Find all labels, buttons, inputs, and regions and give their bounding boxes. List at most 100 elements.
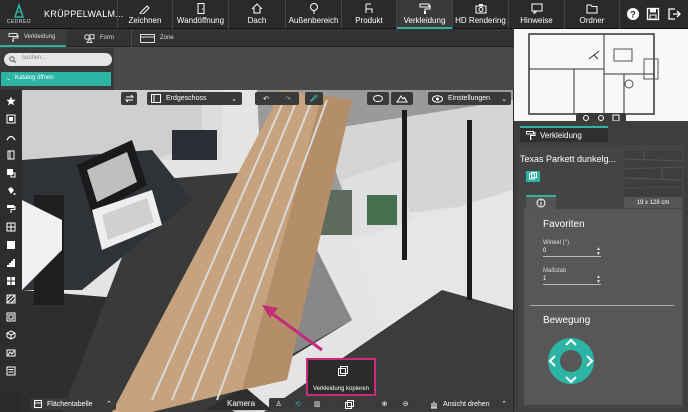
floor-icon[interactable]	[6, 240, 16, 250]
list-icon[interactable]	[6, 366, 16, 376]
svg-text:?: ?	[630, 10, 636, 20]
copy-cladding-tooltip: Verkleidung kopieren	[306, 358, 376, 396]
frame-icon[interactable]	[6, 348, 16, 358]
tree-icon	[309, 3, 318, 14]
book-icon[interactable]	[6, 150, 16, 160]
menu-verkleidung[interactable]: Verkleidung	[396, 0, 452, 29]
zoom-out-icon[interactable]: ⊖	[403, 400, 409, 408]
open-catalog-button[interactable]: ⌄ Katalog öffnen	[1, 72, 111, 86]
stepper-icon[interactable]: ▲ ▼	[596, 247, 601, 257]
stairs-tool-button[interactable]	[305, 92, 323, 105]
angle-input[interactable]: 0 ▲ ▼	[543, 247, 601, 257]
movement-dpad[interactable]	[546, 336, 596, 386]
search-placeholder: suchen...	[22, 55, 47, 61]
menu-produkt[interactable]: Produkt	[341, 0, 396, 29]
stairs-icon	[309, 95, 318, 102]
scale-input[interactable]: 1 ▲ ▼	[543, 275, 601, 285]
arch-icon[interactable]	[6, 132, 16, 142]
help-icon[interactable]: ?	[626, 7, 640, 21]
zoom-in-icon[interactable]: ⊕	[382, 400, 388, 408]
camera-controls: ♙ ⟲ ▥	[269, 398, 327, 410]
zone-icon	[140, 33, 155, 43]
star-icon[interactable]	[6, 96, 16, 106]
mountain-icon	[396, 95, 408, 103]
settings-label: Einstellungen	[448, 95, 491, 102]
menu-wandoeffnung[interactable]: Wandöffnung	[172, 0, 228, 29]
chevron-up-icon: ⌃	[106, 401, 112, 408]
cube-icon[interactable]	[6, 330, 16, 340]
menu-hinweise[interactable]: Hinweise	[508, 0, 564, 29]
exit-icon[interactable]	[667, 7, 681, 21]
paint-roller-icon	[526, 131, 536, 140]
angle-value: 0	[543, 248, 547, 254]
menu-label: Dach	[247, 16, 267, 25]
subtab-form[interactable]: Form	[76, 29, 126, 47]
copy-icon	[529, 172, 537, 180]
left-toolbar	[0, 90, 22, 390]
floor-table-button[interactable]: Flächentabelle ⌃	[30, 398, 116, 410]
wall-icon[interactable]	[6, 114, 16, 124]
material-size: 19 x 128 cm	[636, 200, 670, 206]
properties-tab[interactable]: Verkleidung	[520, 126, 608, 142]
copy-icon	[344, 399, 354, 409]
redo-icon[interactable]: ↷	[285, 95, 291, 103]
menu-label: Zeichnen	[128, 16, 162, 25]
person-icon[interactable]: ♙	[276, 400, 282, 408]
properties-tab-label: Verkleidung	[540, 130, 582, 140]
terrain-button[interactable]	[391, 92, 413, 105]
subtab-verkleidung[interactable]: Verkleidung	[0, 29, 66, 47]
material-thumbnail[interactable]: 19 x 128 cm	[624, 151, 682, 208]
cedreo-logo[interactable]: CEDREO	[4, 3, 34, 27]
floor-selector[interactable]: Erdgeschoss ⌄	[147, 92, 242, 105]
stairs-icon[interactable]	[6, 258, 16, 268]
paint-roller-icon	[8, 32, 19, 42]
wood-texture-swatch	[624, 151, 682, 197]
paint-icon[interactable]	[6, 168, 16, 178]
chevron-down-icon: ⌄	[231, 95, 237, 103]
hand-icon	[431, 401, 437, 408]
rotate-view-label: Ansicht drehen	[443, 400, 490, 408]
3d-viewport[interactable]: Erdgeschoss ⌄ ↶ ↷ Einstellungen ⌄ Fläche…	[22, 90, 513, 412]
sub-tab-bar: Verkleidung Form Zone	[0, 29, 514, 47]
book-view-icon[interactable]: ▥	[314, 400, 321, 408]
menu-zeichnen[interactable]: Zeichnen	[117, 0, 172, 29]
roller-icon[interactable]	[6, 204, 16, 214]
bucket-icon[interactable]	[6, 186, 16, 196]
stepper-icon[interactable]: ▲ ▼	[596, 275, 601, 285]
view-3d-button[interactable]	[367, 92, 389, 105]
minimap[interactable]	[514, 29, 688, 123]
tiles-icon[interactable]	[6, 222, 16, 232]
rotate-view-button[interactable]: Ansicht drehen ⌃	[426, 398, 511, 410]
scale-label: Maßstab	[543, 268, 567, 274]
3d-scene[interactable]	[22, 90, 513, 412]
floor-plan-thumbnail[interactable]	[514, 29, 688, 121]
menu-hd-rendering[interactable]: HD Rendering	[452, 0, 508, 29]
copy-cladding-button[interactable]	[339, 398, 359, 410]
grid-icon[interactable]	[6, 276, 16, 286]
info-tab[interactable]	[526, 195, 556, 209]
catalog-search[interactable]: suchen...	[4, 53, 112, 66]
pattern-icon[interactable]	[6, 294, 16, 304]
menu-ordner[interactable]: Ordner	[564, 0, 620, 29]
panel-icon[interactable]	[6, 312, 16, 322]
movement-heading: Bewegung	[543, 315, 591, 326]
menu-aussenbereich[interactable]: Außenbereich	[285, 0, 341, 29]
save-icon[interactable]	[646, 7, 660, 21]
app-window: CEDREO KRÜPPELWALM... Zeichnen Wandöffnu…	[0, 0, 688, 412]
menu-dach[interactable]: Dach	[228, 0, 285, 29]
menu-label: Außenbereich	[288, 16, 339, 25]
subtab-zone[interactable]: Zone	[131, 29, 186, 47]
menu-label: Verkleidung	[403, 16, 446, 25]
undo-icon[interactable]: ↶	[263, 95, 269, 103]
floor-label: Erdgeschoss	[166, 95, 207, 102]
settings-button[interactable]: Einstellungen ⌄	[428, 92, 511, 105]
floor-table-label: Flächentabelle	[47, 400, 93, 408]
chair-icon	[365, 3, 373, 13]
menu-label: Ordner	[579, 16, 605, 25]
top-menu-bar: CEDREO KRÜPPELWALM... Zeichnen Wandöffnu…	[0, 0, 688, 29]
project-name[interactable]: KRÜPPELWALM...	[44, 9, 124, 19]
swap-button[interactable]	[121, 92, 137, 105]
walk-icon[interactable]: ⟲	[295, 400, 301, 408]
material-copy-badge[interactable]	[526, 171, 540, 182]
subtab-label: Form	[100, 35, 114, 41]
